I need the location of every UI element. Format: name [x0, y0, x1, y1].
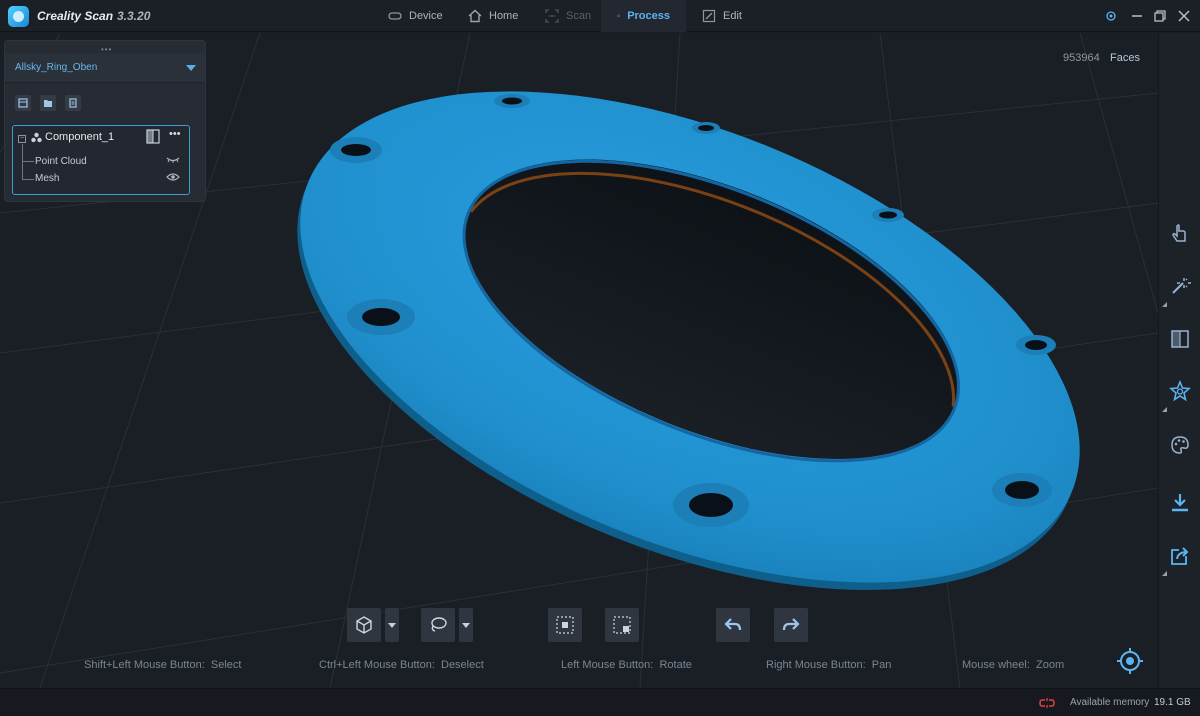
face-count: 953964: [1063, 52, 1100, 64]
layers-icon: [617, 14, 621, 18]
delete-selection-icon: [613, 616, 631, 634]
tab-device[interactable]: Device: [372, 0, 459, 32]
title-bar: Creality Scan 3.3.20 Device Home Scan Pr…: [0, 0, 1200, 32]
submenu-indicator: [1162, 571, 1167, 576]
settings-icon[interactable]: [1104, 9, 1118, 23]
memory-label: Available memory: [1070, 697, 1150, 708]
component-name[interactable]: Component_1: [45, 131, 114, 143]
submenu-indicator: [1162, 302, 1167, 307]
app-name: Creality Scan: [37, 9, 114, 23]
tab-home[interactable]: Home: [452, 0, 534, 32]
submenu-indicator: [1162, 407, 1167, 412]
hint-select: Shift+Left Mouse Button: Select: [84, 659, 241, 671]
hint-key: Mouse wheel:: [962, 659, 1030, 671]
visibility-toggle-icon[interactable]: [146, 129, 160, 144]
lasso-icon: [431, 617, 447, 632]
hint-action: Deselect: [441, 659, 484, 671]
scanned-ring-model[interactable]: [228, 33, 1149, 688]
invert-selection-button[interactable]: [548, 608, 582, 642]
hint-key: Shift+Left Mouse Button:: [84, 659, 205, 671]
eye-closed-icon[interactable]: [166, 155, 180, 165]
share-export-icon[interactable]: [1169, 545, 1191, 567]
tab-edit-label: Edit: [723, 10, 742, 22]
tab-process[interactable]: Process: [601, 0, 686, 32]
hint-action: Zoom: [1036, 659, 1065, 671]
chevron-down-icon: [186, 65, 196, 71]
folder-icon: [44, 100, 52, 107]
cube-icon: [356, 616, 372, 634]
minimize-icon[interactable]: [1130, 9, 1144, 23]
tab-scan-label: Scan: [566, 10, 592, 22]
hint-action: Pan: [871, 659, 892, 671]
collapse-toggle[interactable]: −: [18, 135, 26, 143]
tab-edit[interactable]: Edit: [686, 0, 758, 32]
cube-add-icon: [18, 98, 28, 108]
project-select[interactable]: Allsky_Ring_Oben: [5, 53, 205, 83]
tree-connector: [22, 179, 34, 180]
redo-icon: [782, 618, 800, 631]
component-tree: − Component_1 ••• Point Cloud Mesh: [12, 125, 190, 195]
tab-process-label: Process: [627, 10, 670, 22]
right-toolbar: [1158, 33, 1200, 688]
document-icon: [69, 98, 77, 108]
undo-button[interactable]: [716, 608, 750, 642]
selection-mode-dropdown[interactable]: [459, 608, 473, 642]
mesh-edit-icon[interactable]: [1169, 328, 1191, 350]
hint-key: Ctrl+Left Mouse Button:: [319, 659, 435, 671]
import-button[interactable]: [40, 95, 56, 111]
hint-deselect: Ctrl+Left Mouse Button: Deselect: [319, 659, 484, 671]
hint-key: Left Mouse Button:: [561, 659, 654, 671]
restore-icon[interactable]: [1153, 9, 1167, 23]
eye-icon[interactable]: [166, 172, 180, 182]
hint-rotate: Left Mouse Button: Rotate: [561, 659, 692, 671]
project-name: Allsky_Ring_Oben: [15, 62, 98, 73]
connection-broken-icon: [1039, 698, 1055, 708]
tree-item-mesh[interactable]: Mesh: [35, 173, 59, 184]
3d-viewport[interactable]: ••• Allsky_Ring_Oben − Component_1 ••• P…: [0, 33, 1158, 688]
scan-icon: [545, 9, 559, 23]
download-icon[interactable]: [1169, 492, 1191, 514]
add-component-button[interactable]: [15, 95, 31, 111]
view-mode-dropdown[interactable]: [385, 608, 399, 642]
hint-zoom: Mouse wheel: Zoom: [962, 659, 1064, 671]
lasso-select-button[interactable]: [421, 608, 455, 642]
edit-icon: [702, 9, 716, 23]
hint-action: Rotate: [659, 659, 692, 671]
hand-pointer-icon[interactable]: [1169, 223, 1191, 245]
undo-icon: [724, 618, 742, 631]
more-options-button[interactable]: •••: [169, 128, 181, 140]
memory-value: 19.1 GB: [1154, 697, 1191, 708]
magic-wand-icon[interactable]: [1169, 275, 1191, 297]
project-panel: ••• Allsky_Ring_Oben − Component_1 ••• P…: [4, 40, 206, 202]
app-version: 3.3.20: [117, 9, 151, 23]
tab-scan: Scan: [529, 0, 607, 32]
texture-palette-icon[interactable]: [1169, 434, 1191, 456]
recenter-view-icon[interactable]: [1115, 646, 1145, 676]
home-icon: [468, 9, 482, 23]
tree-item-point-cloud[interactable]: Point Cloud: [35, 156, 87, 167]
status-bar: Available memory 19.1 GB: [0, 688, 1200, 716]
hint-pan: Right Mouse Button: Pan: [766, 659, 891, 671]
tab-home-label: Home: [489, 10, 519, 22]
component-icon: [31, 132, 42, 143]
tree-connector: [22, 161, 34, 162]
app-logo-icon: [8, 6, 29, 27]
redo-button[interactable]: [774, 608, 808, 642]
star-shape-icon[interactable]: [1169, 380, 1191, 402]
device-icon: [388, 12, 402, 20]
faces-label: Faces: [1110, 52, 1140, 64]
save-button[interactable]: [65, 95, 81, 111]
invert-selection-icon: [556, 616, 574, 634]
view-mode-button[interactable]: [347, 608, 381, 642]
hint-key: Right Mouse Button:: [766, 659, 866, 671]
delete-selection-button[interactable]: [605, 608, 639, 642]
close-icon[interactable]: [1177, 9, 1191, 23]
tab-device-label: Device: [409, 10, 443, 22]
hint-action: Select: [210, 659, 242, 671]
